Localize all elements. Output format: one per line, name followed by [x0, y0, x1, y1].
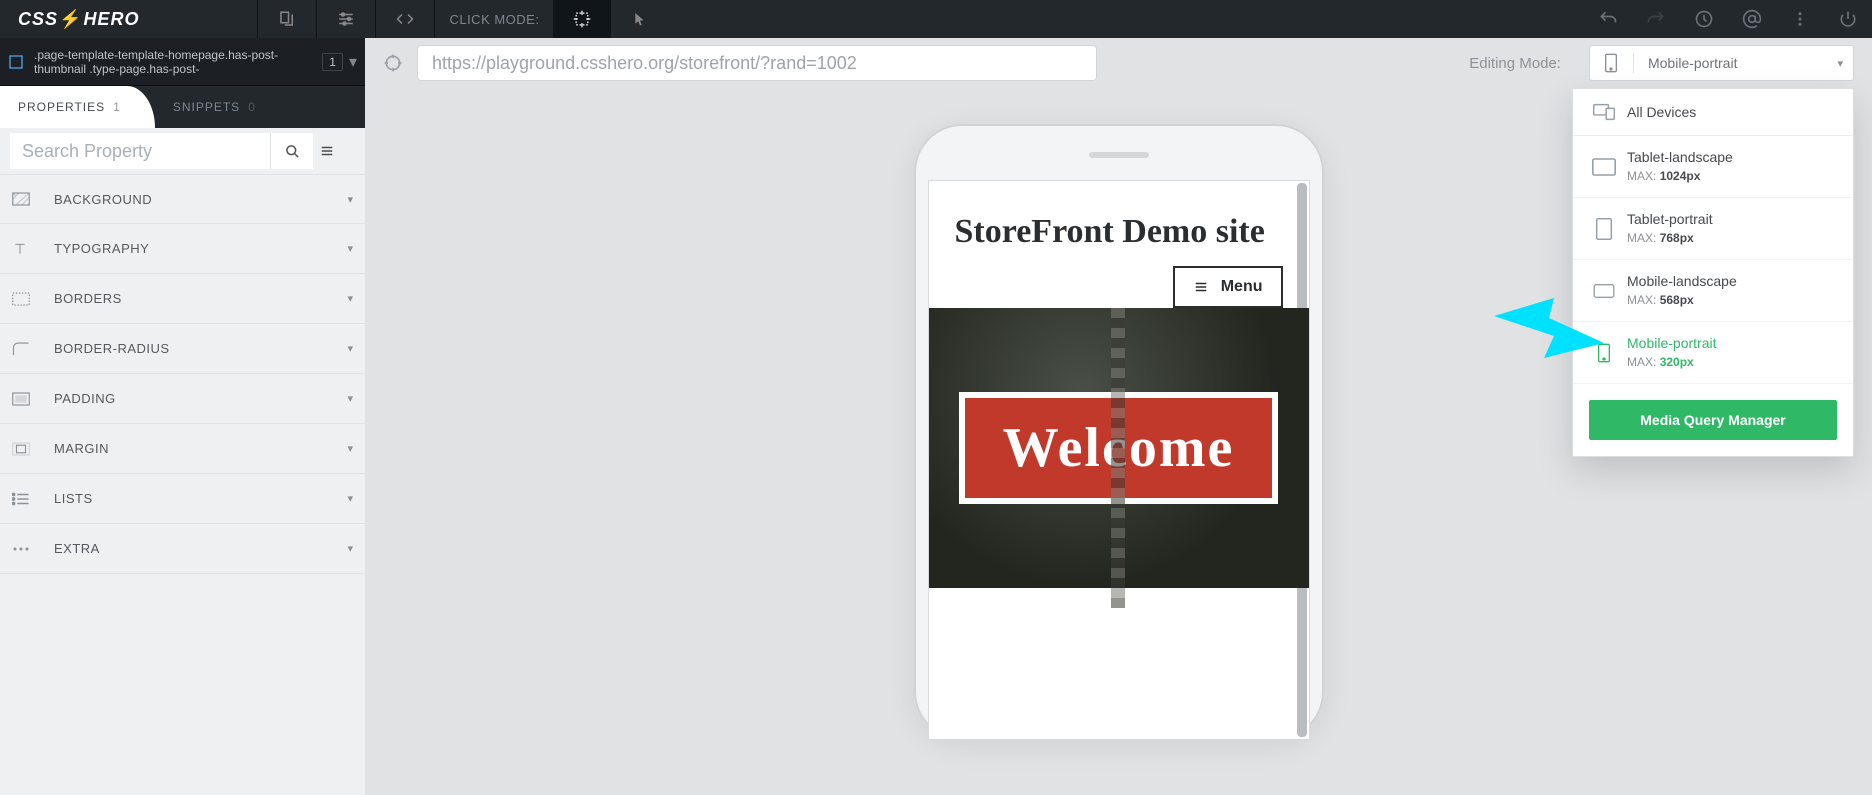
- editing-mode-select[interactable]: Mobile-portrait ▾: [1589, 45, 1854, 81]
- borders-icon: [12, 292, 42, 306]
- code-view-button[interactable]: [376, 0, 434, 38]
- chevron-down-icon[interactable]: ▾: [349, 52, 365, 72]
- prop-group-typography[interactable]: TYPOGRAPHY▾: [0, 224, 365, 274]
- search-property-input[interactable]: [10, 133, 271, 169]
- tab-properties[interactable]: PROPERTIES1: [0, 86, 155, 128]
- power-button[interactable]: [1824, 0, 1872, 38]
- prop-group-extra[interactable]: EXTRA▾: [0, 524, 365, 574]
- tablet-portrait-icon: [1589, 218, 1619, 240]
- prop-group-background[interactable]: BACKGROUND▾: [0, 174, 365, 224]
- device-option-mobile-landscape[interactable]: Mobile-landscapeMAX: 568px: [1573, 260, 1853, 322]
- background-icon: [12, 192, 42, 206]
- chevron-down-icon: ▾: [1827, 57, 1853, 70]
- device-option-tablet-portrait[interactable]: Tablet-portraitMAX: 768px: [1573, 198, 1853, 260]
- property-group-list: BACKGROUND▾ TYPOGRAPHY▾ BORDERS▾ BORDER-…: [0, 174, 365, 795]
- panel-menu-button[interactable]: [319, 144, 355, 158]
- layout-toggle-button[interactable]: [258, 0, 316, 38]
- undo-button[interactable]: [1584, 0, 1632, 38]
- tablet-landscape-icon: [1589, 158, 1619, 176]
- selector-box-icon: [0, 54, 28, 70]
- chevron-down-icon: ▾: [347, 193, 353, 206]
- chevron-down-icon: ▾: [347, 392, 353, 405]
- bolt-icon: ⚡: [58, 9, 83, 30]
- prop-group-lists[interactable]: LISTS▾: [0, 474, 365, 524]
- phone-icon: [1590, 53, 1634, 73]
- device-dropdown: All Devices Tablet-landscapeMAX: 1024px …: [1572, 88, 1854, 457]
- app-logo: CSS⚡HERO: [0, 9, 157, 30]
- device-option-tablet-landscape[interactable]: Tablet-landscapeMAX: 1024px: [1573, 136, 1853, 198]
- selector-count: 1: [322, 53, 343, 71]
- prop-group-margin[interactable]: MARGIN▾: [0, 424, 365, 474]
- padding-icon: [12, 392, 42, 406]
- editing-mode-label: Editing Mode:: [1469, 55, 1561, 72]
- devices-icon: [1589, 103, 1619, 121]
- chevron-down-icon: ▾: [347, 442, 353, 455]
- tab-snippets[interactable]: SNIPPETS0: [155, 86, 274, 128]
- preview-url-field[interactable]: https://playground.csshero.org/storefron…: [417, 45, 1097, 81]
- margin-icon: [12, 442, 42, 456]
- settings-sliders-button[interactable]: [317, 0, 375, 38]
- prop-group-border-radius[interactable]: BORDER-RADIUS▾: [0, 324, 365, 374]
- extra-icon: [12, 546, 42, 552]
- selector-text: .page-template-template-homepage.has-pos…: [28, 42, 322, 82]
- selector-target[interactable]: .page-template-template-homepage.has-pos…: [0, 38, 365, 86]
- chevron-down-icon: ▾: [347, 542, 353, 555]
- lists-icon: [12, 492, 42, 506]
- device-option-mobile-portrait[interactable]: Mobile-portraitMAX: 320px: [1573, 322, 1853, 384]
- history-button[interactable]: [1680, 0, 1728, 38]
- chevron-down-icon: ▾: [347, 342, 353, 355]
- site-title: StoreFront Demo site: [955, 211, 1283, 254]
- mobile-portrait-icon: [1589, 343, 1619, 363]
- chevron-down-icon: ▾: [347, 242, 353, 255]
- more-menu-button[interactable]: [1776, 0, 1824, 38]
- at-sign-button[interactable]: [1728, 0, 1776, 38]
- device-preview: StoreFront Demo site Menu Welcome: [914, 124, 1324, 740]
- device-option-all[interactable]: All Devices: [1573, 89, 1853, 136]
- crosshair-icon[interactable]: [383, 53, 403, 73]
- prop-group-padding[interactable]: PADDING▾: [0, 374, 365, 424]
- chevron-down-icon: ▾: [347, 292, 353, 305]
- click-mode-cursor-button[interactable]: [611, 0, 669, 38]
- border-radius-icon: [12, 341, 42, 357]
- click-mode-label: CLICK MODE:: [435, 12, 553, 27]
- redo-button[interactable]: [1632, 0, 1680, 38]
- prop-group-borders[interactable]: BORDERS▾: [0, 274, 365, 324]
- chevron-down-icon: ▾: [347, 492, 353, 505]
- typography-icon: [12, 241, 42, 257]
- search-button[interactable]: [271, 133, 313, 169]
- hamburger-icon: [1193, 280, 1209, 294]
- mobile-landscape-icon: [1589, 284, 1619, 298]
- media-query-manager-button[interactable]: Media Query Manager: [1589, 400, 1837, 440]
- click-mode-crosshair-button[interactable]: [553, 0, 611, 38]
- site-menu-button[interactable]: Menu: [1173, 266, 1283, 308]
